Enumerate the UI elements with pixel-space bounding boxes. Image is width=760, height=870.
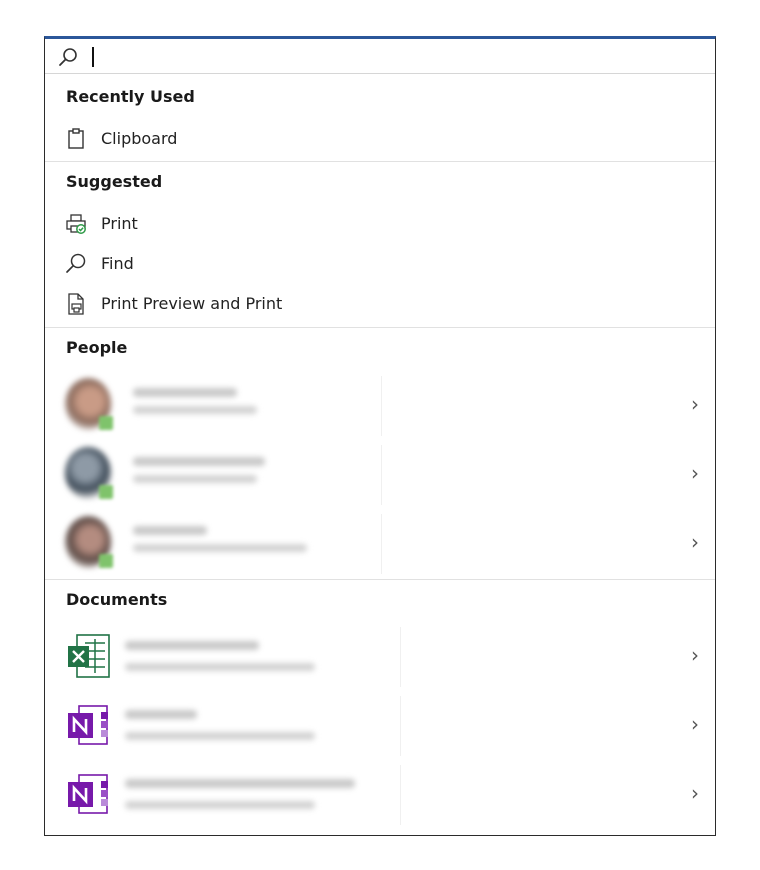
chevron-right-icon: › — [691, 712, 699, 736]
chevron-right-icon: › — [691, 461, 699, 485]
section-title-recently-used: Recently Used — [66, 87, 195, 106]
search-bar — [45, 39, 715, 74]
document-modified — [125, 732, 315, 740]
person-row[interactable]: › — [45, 372, 715, 440]
section-title-documents: Documents — [66, 590, 168, 609]
column-divider — [400, 696, 401, 756]
column-divider — [381, 445, 382, 505]
onenote-icon — [68, 774, 108, 814]
document-name — [125, 779, 355, 788]
document-modified — [125, 801, 315, 809]
person-name — [133, 388, 237, 397]
presence-indicator — [99, 485, 113, 499]
section-divider — [45, 161, 715, 162]
section-divider — [45, 579, 715, 580]
command-label: Find — [101, 254, 134, 273]
document-modified — [125, 663, 315, 671]
person-title — [133, 406, 257, 414]
document-row[interactable]: › — [45, 692, 715, 760]
onenote-icon — [68, 705, 108, 745]
printer-icon — [66, 214, 86, 234]
chevron-right-icon: › — [691, 530, 699, 554]
excel-icon — [68, 634, 110, 678]
document-name — [125, 710, 197, 719]
person-name — [133, 457, 265, 466]
column-divider — [400, 765, 401, 825]
person-row[interactable]: › — [45, 441, 715, 509]
text-caret — [92, 47, 94, 67]
person-title — [133, 544, 307, 552]
search-icon — [66, 253, 86, 273]
presence-indicator — [99, 416, 113, 430]
section-title-people: People — [66, 338, 128, 357]
chevron-right-icon: › — [691, 781, 699, 805]
search-icon — [59, 48, 77, 66]
column-divider — [381, 376, 382, 436]
command-label: Print — [101, 214, 138, 233]
document-row[interactable]: › — [45, 623, 715, 691]
presence-indicator — [99, 554, 113, 568]
chevron-right-icon: › — [691, 643, 699, 667]
column-divider — [400, 627, 401, 687]
chevron-right-icon: › — [691, 392, 699, 416]
command-clipboard[interactable]: Clipboard — [59, 123, 699, 155]
section-title-suggested: Suggested — [66, 172, 163, 191]
command-find[interactable]: Find — [59, 248, 699, 280]
document-row[interactable]: › — [45, 761, 715, 829]
person-title — [133, 475, 257, 483]
document-name — [125, 641, 259, 650]
search-input[interactable] — [89, 44, 689, 68]
clipboard-icon — [68, 128, 84, 149]
person-name — [133, 526, 207, 535]
search-panel: Recently Used Clipboard Suggested Print … — [44, 36, 716, 836]
person-row[interactable]: › — [45, 510, 715, 578]
command-label: Clipboard — [101, 129, 178, 148]
section-divider — [45, 327, 715, 328]
command-print-preview[interactable]: Print Preview and Print — [59, 288, 699, 320]
column-divider — [381, 514, 382, 574]
print-preview-icon — [68, 293, 84, 315]
command-print[interactable]: Print — [59, 208, 699, 240]
command-label: Print Preview and Print — [101, 294, 283, 313]
